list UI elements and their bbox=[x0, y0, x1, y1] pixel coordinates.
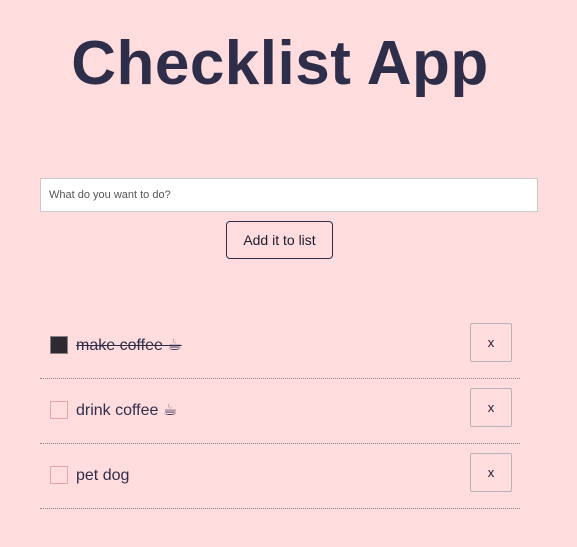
delete-todo-button[interactable]: x bbox=[470, 323, 512, 362]
app-title: Checklist App bbox=[71, 29, 489, 98]
todo-text: pet dog bbox=[76, 467, 130, 484]
todo-item: drink coffee ☕ x bbox=[40, 379, 520, 444]
todo-checkbox[interactable] bbox=[50, 336, 68, 354]
todo-item: pet dog x bbox=[40, 444, 520, 509]
delete-todo-button[interactable]: x bbox=[470, 453, 512, 492]
todo-text: drink coffee ☕ bbox=[76, 402, 178, 419]
task-input[interactable] bbox=[40, 178, 538, 212]
delete-todo-button[interactable]: x bbox=[470, 388, 512, 427]
todo-checkbox[interactable] bbox=[50, 401, 68, 419]
todo-checkbox[interactable] bbox=[50, 466, 68, 484]
todo-text: make coffee ☕ bbox=[76, 337, 182, 354]
add-to-list-button[interactable]: Add it to list bbox=[226, 221, 333, 259]
todo-list: make coffee ☕ x drink coffee ☕ x pet dog… bbox=[40, 314, 520, 509]
todo-item: make coffee ☕ x bbox=[40, 314, 520, 379]
